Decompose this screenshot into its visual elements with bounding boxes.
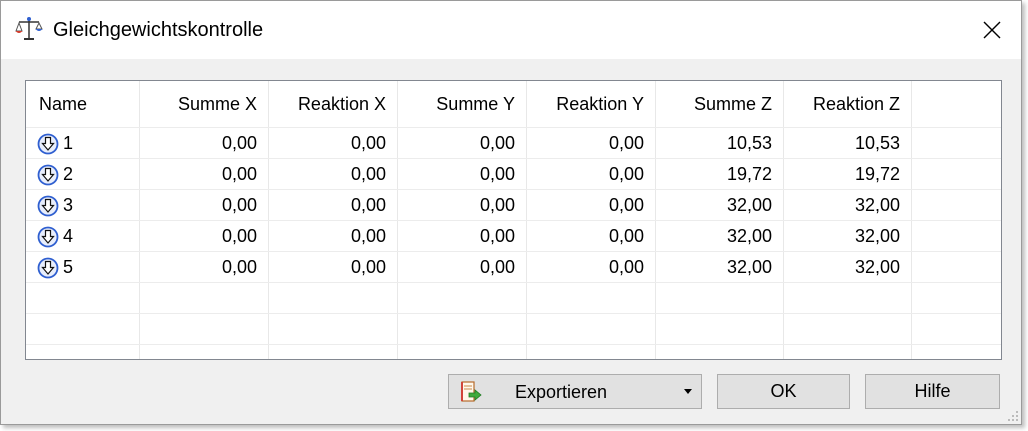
resize-grip-icon[interactable] <box>1007 410 1019 422</box>
column-header-name[interactable]: Name <box>26 81 139 127</box>
cell-sum-y: 0,00 <box>479 226 515 246</box>
row-name: 2 <box>63 164 74 184</box>
cell-sum-x: 0,00 <box>221 257 257 277</box>
cell-reaction-z: 32,00 <box>854 257 900 277</box>
export-button-label: Exportieren <box>514 382 608 402</box>
balance-scale-icon <box>15 17 43 40</box>
cell-reaction-y: 0,00 <box>608 133 644 153</box>
cell-sum-x: 0,00 <box>221 164 257 184</box>
cell-sum-y: 0,00 <box>479 133 515 153</box>
cell-reaction-z: 32,00 <box>854 226 900 246</box>
column-header-sum-x[interactable]: Summe X <box>139 81 268 127</box>
cell-sum-y: 0,00 <box>479 195 515 215</box>
cell-reaction-z: 10,53 <box>854 133 900 153</box>
cell-sum-z: 32,00 <box>726 195 772 215</box>
close-button[interactable] <box>963 1 1021 59</box>
dropdown-arrow-icon[interactable] <box>684 389 692 394</box>
row-name-cell: 1 <box>26 128 139 159</box>
table-row[interactable]: 4 0,00 0,00 0,00 0,00 32,00 32,00 <box>26 221 1001 252</box>
row-name-cell: 3 <box>26 190 139 221</box>
cell-sum-x: 0,00 <box>221 226 257 246</box>
row-name-cell: 2 <box>26 159 139 190</box>
column-header-sum-y[interactable]: Summe Y <box>397 81 526 127</box>
row-name: 1 <box>63 133 74 153</box>
row-name: 3 <box>63 195 74 215</box>
row-divider <box>26 313 1001 314</box>
title-bar[interactable]: Gleichgewichtskontrolle <box>1 1 1021 59</box>
support-arrow-down-icon <box>37 226 59 247</box>
dialog-window: Gleichgewichtskontrolle Name Summe X Rea… <box>0 0 1022 425</box>
cell-sum-z: 32,00 <box>726 226 772 246</box>
column-header-reaction-x[interactable]: Reaktion X <box>268 81 397 127</box>
row-name-cell: 5 <box>26 252 139 283</box>
cell-sum-y: 0,00 <box>479 257 515 277</box>
cell-reaction-y: 0,00 <box>608 195 644 215</box>
cell-reaction-y: 0,00 <box>608 257 644 277</box>
cell-reaction-x: 0,00 <box>350 164 386 184</box>
row-divider <box>26 344 1001 345</box>
cell-reaction-y: 0,00 <box>608 226 644 246</box>
row-name-cell: 4 <box>26 221 139 252</box>
table-row[interactable]: 3 0,00 0,00 0,00 0,00 32,00 32,00 <box>26 190 1001 221</box>
column-header-reaction-y[interactable]: Reaktion Y <box>526 81 655 127</box>
cell-reaction-x: 0,00 <box>350 195 386 215</box>
column-header-reaction-z[interactable]: Reaktion Z <box>783 81 911 127</box>
cell-sum-x: 0,00 <box>221 195 257 215</box>
cell-reaction-y: 0,00 <box>608 164 644 184</box>
window-title: Gleichgewichtskontrolle <box>53 19 264 41</box>
cell-reaction-x: 0,00 <box>350 133 386 153</box>
support-arrow-down-icon <box>37 133 59 154</box>
close-icon <box>983 21 1001 39</box>
equilibrium-table[interactable]: Name Summe X Reaktion X Summe Y Reaktion… <box>25 80 1002 360</box>
cell-sum-z: 10,53 <box>726 133 772 153</box>
cell-sum-y: 0,00 <box>479 164 515 184</box>
row-name: 5 <box>63 257 74 277</box>
ok-button[interactable]: OK <box>717 374 850 409</box>
cell-reaction-x: 0,00 <box>350 226 386 246</box>
cell-sum-z: 19,72 <box>726 164 772 184</box>
table-row[interactable]: 2 0,00 0,00 0,00 0,00 19,72 19,72 <box>26 159 1001 190</box>
cell-reaction-z: 19,72 <box>854 164 900 184</box>
export-button[interactable]: Exportieren <box>448 374 702 409</box>
cell-sum-z: 32,00 <box>726 257 772 277</box>
table-row[interactable]: 1 0,00 0,00 0,00 0,00 10,53 10,53 <box>26 128 1001 159</box>
cell-sum-x: 0,00 <box>221 133 257 153</box>
support-arrow-down-icon <box>37 257 59 278</box>
cell-reaction-z: 32,00 <box>854 195 900 215</box>
cell-reaction-x: 0,00 <box>350 257 386 277</box>
table-row[interactable]: 5 0,00 0,00 0,00 0,00 32,00 32,00 <box>26 252 1001 283</box>
column-header-sum-z[interactable]: Summe Z <box>655 81 783 127</box>
help-button[interactable]: Hilfe <box>865 374 1000 409</box>
support-arrow-down-icon <box>37 195 59 216</box>
row-name: 4 <box>63 226 74 246</box>
support-arrow-down-icon <box>37 164 59 185</box>
